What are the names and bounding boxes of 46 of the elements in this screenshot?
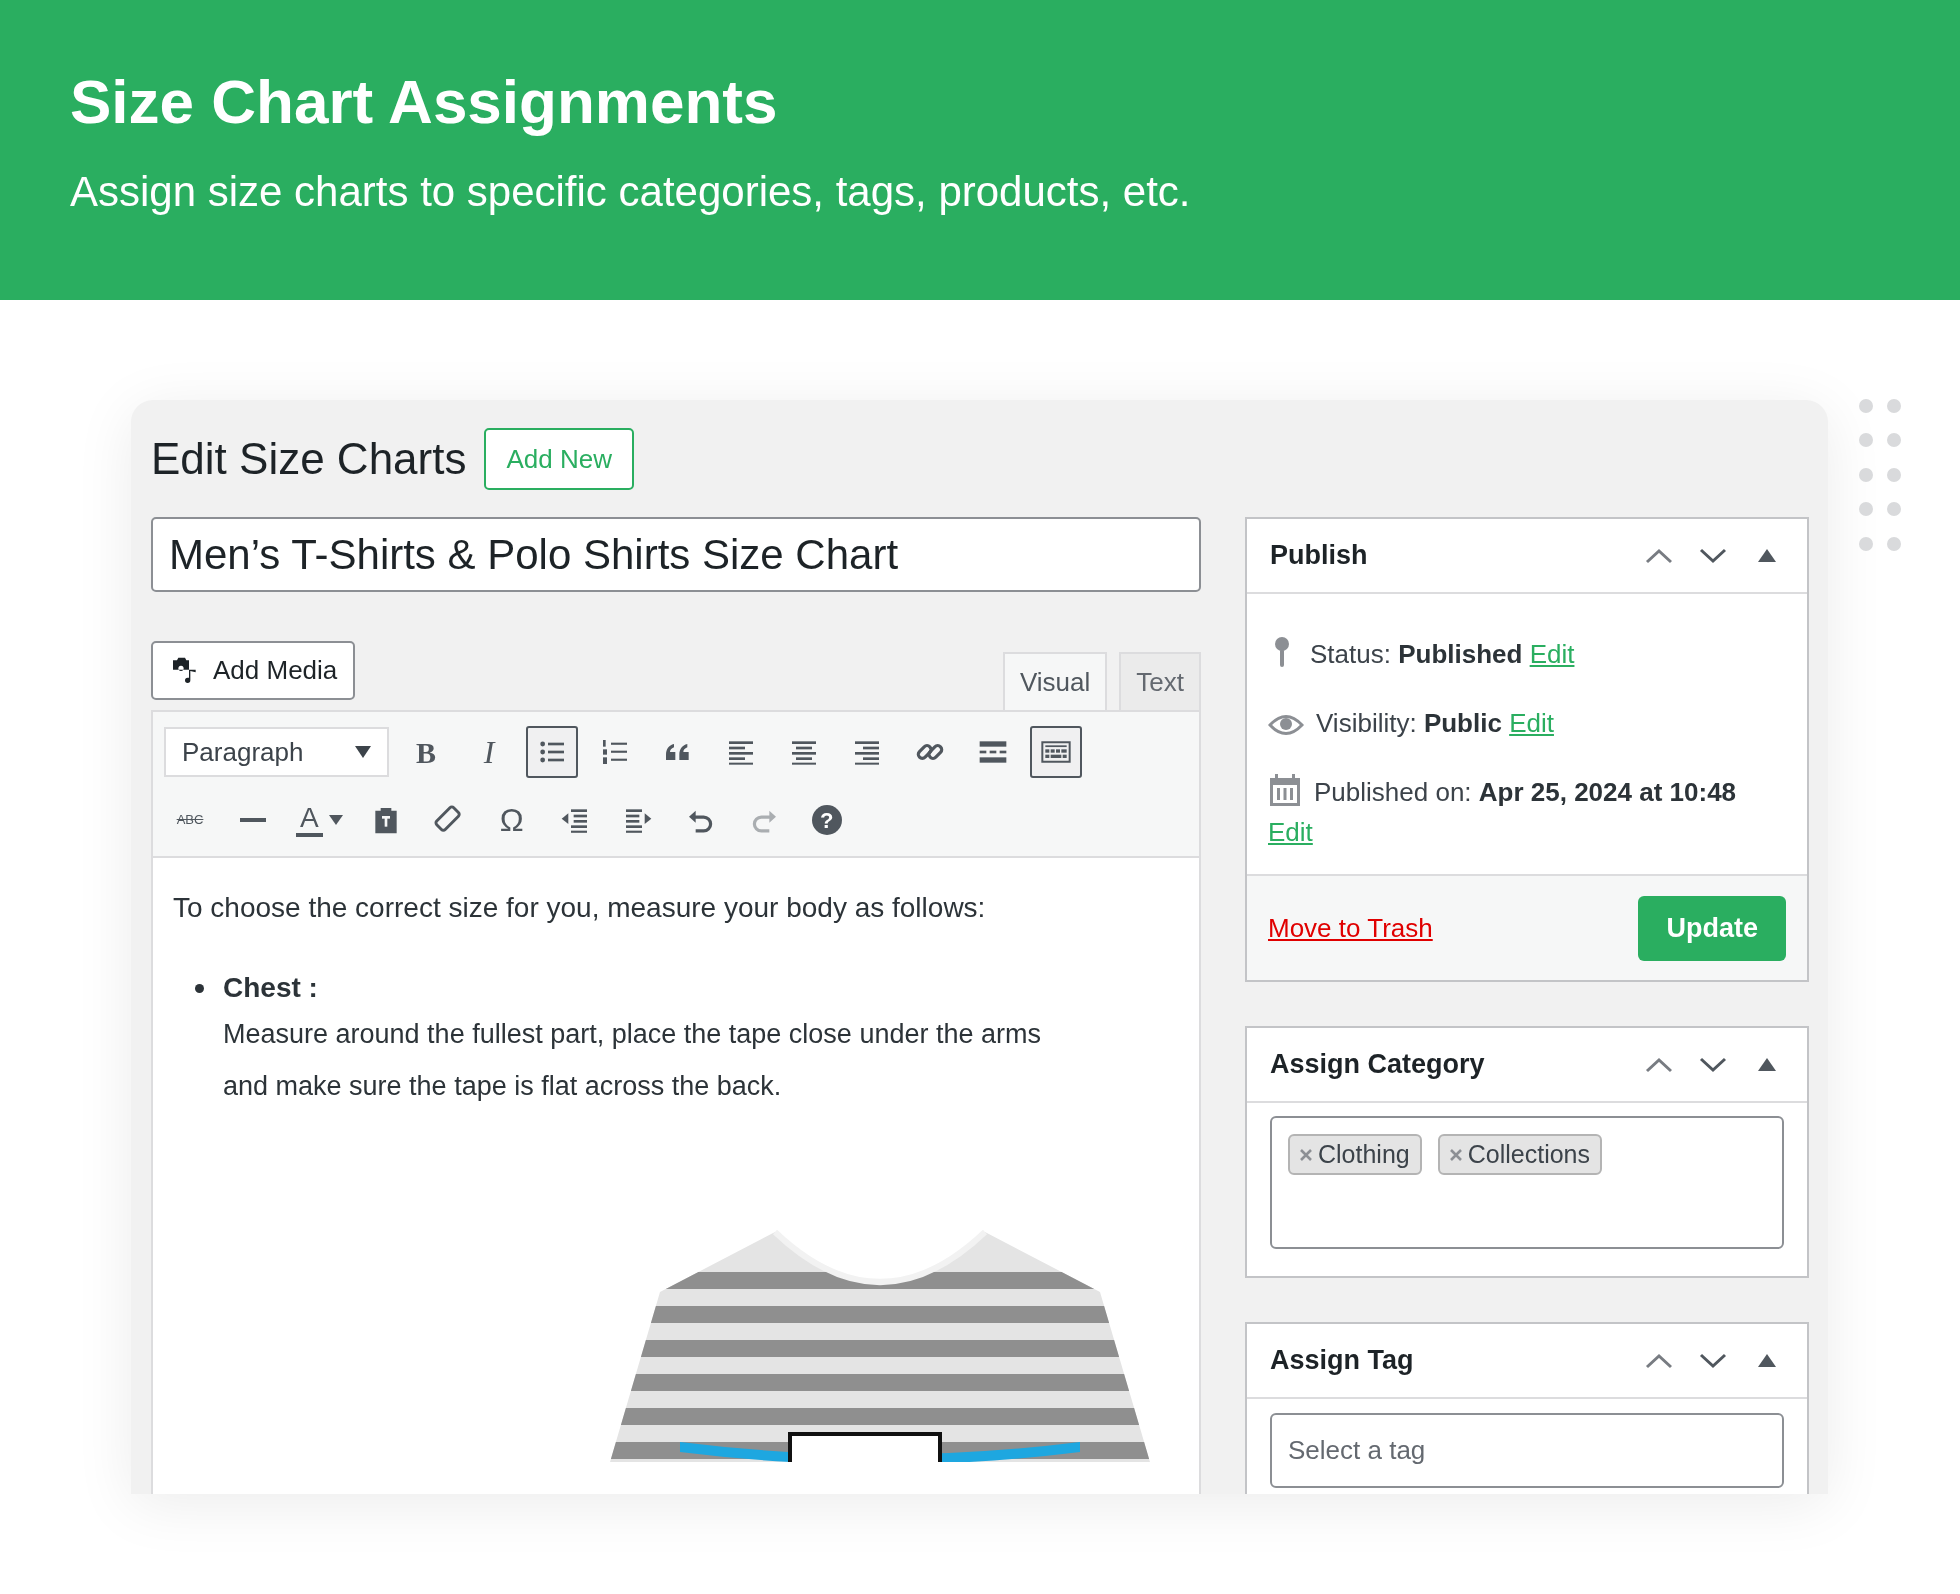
tag-field[interactable]: Select a tag [1270, 1413, 1784, 1488]
format-select[interactable]: Paragraph [164, 727, 389, 777]
category-field[interactable]: Clothing Collections [1270, 1116, 1784, 1249]
editor-tab[interactable]: Text [1119, 652, 1201, 710]
bullet-list-button[interactable] [526, 726, 578, 778]
move-to-trash-link[interactable]: Move to Trash [1268, 908, 1433, 948]
panel-title: Publish [1270, 539, 1369, 573]
triangle-up-icon [1758, 549, 1776, 562]
editor-tab[interactable]: Visual [1002, 652, 1108, 710]
remove-icon [1449, 1148, 1462, 1161]
chevron-down-icon [1698, 1351, 1728, 1370]
list-description: Measure around the fullest part, place the tape close under the arms and make sure the tape is flat across the back. [223, 1018, 1042, 1103]
remove-icon [1300, 1148, 1312, 1161]
add-media-button[interactable]: Add Media [151, 641, 356, 700]
category-chip[interactable]: Clothing [1288, 1134, 1422, 1175]
triangle-up-icon [1758, 1058, 1776, 1071]
bold-button[interactable]: B [400, 726, 452, 778]
visibility-text: Visibility: Public Edit [1268, 703, 1786, 743]
italic-button[interactable]: I [463, 726, 515, 778]
page-heading: Edit Size Charts [151, 433, 467, 485]
strikethrough-button[interactable]: ABC [164, 794, 216, 846]
calendar-icon [1268, 773, 1302, 807]
help-button[interactable]: ? [800, 794, 853, 846]
chevron-down-icon [1698, 546, 1728, 565]
date-text: Published on: Apr 25, 2024 at 10:48 Edit [1268, 772, 1786, 852]
list-term: Chest : [223, 971, 319, 1005]
panel-title: Assign Tag [1270, 1344, 1415, 1378]
bullet-icon [195, 984, 204, 993]
banner-title: Size Chart Assignments [70, 66, 779, 138]
intro-text: To choose the correct size for you, measure your body as follows: [173, 891, 987, 925]
chevron-up-icon [1644, 1055, 1674, 1074]
eye-icon [1268, 712, 1304, 738]
special-character-button[interactable]: Ω [485, 794, 538, 846]
text-color-button[interactable]: A [290, 794, 349, 846]
caret-icon [355, 746, 371, 758]
chevron-up-icon [1644, 1351, 1674, 1370]
chevron-up-icon [1644, 546, 1674, 565]
triangle-up-icon [1758, 1354, 1776, 1367]
caret-icon [328, 815, 343, 825]
category-chip[interactable]: Collections [1437, 1134, 1602, 1175]
title-field[interactable]: Men’s T-Shirts & Polo Shirts Size Chart [151, 517, 1201, 592]
banner-subtitle: Assign size charts to specific categories, tags, products, etc. [70, 167, 1192, 217]
status-text: Status: Published Edit [1268, 634, 1786, 674]
chevron-down-icon [1698, 1055, 1728, 1074]
panel-title: Assign Category [1270, 1048, 1486, 1082]
toolbar-toggle-button[interactable] [1030, 726, 1082, 778]
